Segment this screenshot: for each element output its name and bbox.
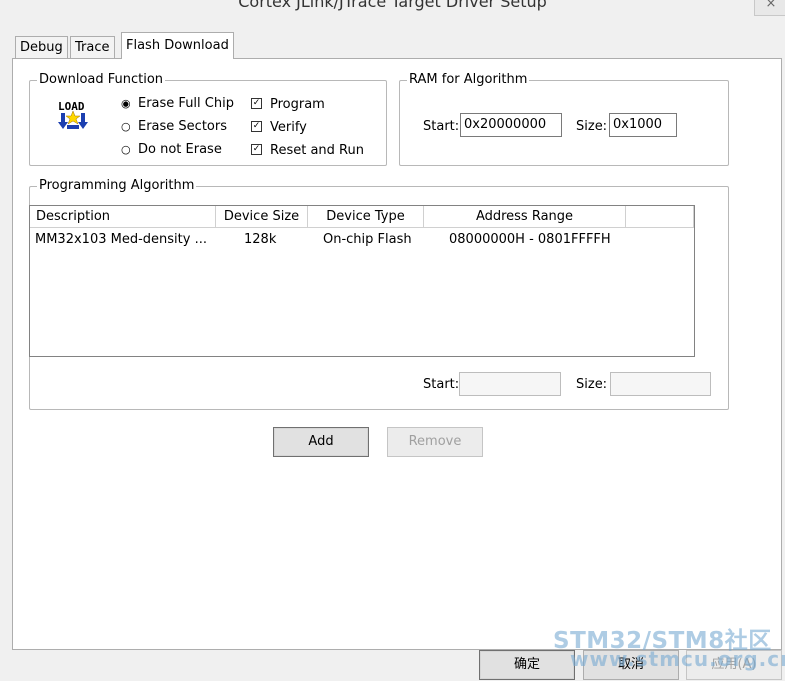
checkmark-icon: ✓ xyxy=(251,121,262,132)
algo-size-label: Size: xyxy=(576,377,608,392)
load-icon-text: LOAD xyxy=(58,100,85,113)
tab-debug[interactable]: Debug xyxy=(15,36,68,59)
download-function-legend: Download Function xyxy=(37,72,166,88)
radio-erase-sectors[interactable]: ○ Erase Sectors xyxy=(121,119,227,135)
column-header-device-type[interactable]: Device Type xyxy=(308,206,424,228)
radio-do-not-erase[interactable]: ○ Do not Erase xyxy=(121,142,222,158)
ram-size-input[interactable]: 0x1000 xyxy=(609,113,677,137)
column-header-description[interactable]: Description xyxy=(30,206,216,228)
flash-download-panel: Download Function LOAD ◉ Erase Full Chip … xyxy=(12,58,782,650)
ram-legend: RAM for Algorithm xyxy=(407,72,530,88)
cell-device-type: On-chip Flash xyxy=(323,232,412,247)
ram-size-label: Size: xyxy=(576,119,608,134)
algo-size-input[interactable] xyxy=(610,372,711,396)
algo-start-label: Start: xyxy=(423,377,460,392)
ram-start-input[interactable]: 0x20000000 xyxy=(460,113,562,137)
radio-erase-full-chip[interactable]: ◉ Erase Full Chip xyxy=(121,96,234,112)
watermark-line2: www.stmcu.org.cn xyxy=(570,647,785,671)
cell-description: MM32x103 Med-density ... xyxy=(35,232,207,247)
list-header: Description Device Size Device Type Addr… xyxy=(30,206,694,228)
radio-empty-icon: ○ xyxy=(121,120,131,133)
remove-button[interactable]: Remove xyxy=(387,427,483,457)
window-title: Cortex JLink/JTrace Target Driver Setup xyxy=(238,0,547,11)
algo-start-input[interactable] xyxy=(459,372,561,396)
close-icon: × xyxy=(765,0,777,11)
check-reset-and-run[interactable]: ✓ Reset and Run xyxy=(251,143,364,159)
load-icon: LOAD xyxy=(58,100,88,129)
checkmark-icon: ✓ xyxy=(251,144,262,155)
cell-address-range: 08000000H - 0801FFFFH xyxy=(449,232,611,247)
ram-start-label: Start: xyxy=(423,119,460,134)
radio-selected-icon: ◉ xyxy=(121,97,131,110)
column-header-extra xyxy=(626,206,694,228)
algorithm-list[interactable]: Description Device Size Device Type Addr… xyxy=(29,205,695,357)
check-verify[interactable]: ✓ Verify xyxy=(251,120,307,136)
cell-device-size: 128k xyxy=(244,232,277,247)
check-program[interactable]: ✓ Program xyxy=(251,97,325,113)
programming-algorithm-legend: Programming Algorithm xyxy=(37,178,197,194)
tab-flash-download[interactable]: Flash Download xyxy=(121,32,234,59)
radio-empty-icon: ○ xyxy=(121,143,131,156)
column-header-address-range[interactable]: Address Range xyxy=(424,206,626,228)
add-button[interactable]: Add xyxy=(273,427,369,457)
column-header-device-size[interactable]: Device Size xyxy=(216,206,308,228)
checkmark-icon: ✓ xyxy=(251,98,262,109)
tab-trace[interactable]: Trace xyxy=(70,36,115,59)
close-button[interactable]: × xyxy=(754,0,785,16)
